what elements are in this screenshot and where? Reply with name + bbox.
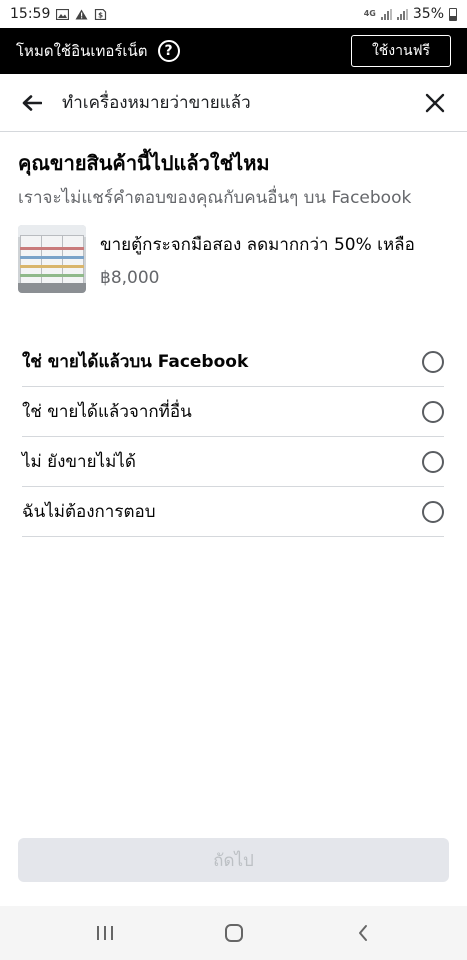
back-arrow-icon[interactable]: [20, 91, 44, 115]
radio-button[interactable]: [422, 400, 444, 423]
status-bar: 15:59 $ 4G 35%: [0, 0, 467, 28]
listing-price: ฿8,000: [100, 267, 160, 288]
status-left: 15:59 $: [10, 6, 107, 22]
system-nav-bar: [0, 906, 467, 960]
option-label: ฉันไม่ต้องการตอบ: [22, 502, 156, 522]
home-icon[interactable]: [219, 918, 249, 948]
battery-percent: 35%: [412, 6, 444, 22]
listing-text: ขายตู้กระจกมือสอง ลดมากกว่า 50% เหลือ ฿8…: [100, 231, 448, 288]
free-mode-label: โหมดใช้อินเทอร์เน็ต: [16, 42, 148, 60]
privacy-note: เราจะไม่แชร์คำตอบของคุณกับคนอื่นๆ บน Fac…: [18, 188, 412, 208]
listing-title: ขายตู้กระจกมือสอง ลดมากกว่า 50% เหลือ: [100, 234, 415, 255]
help-icon[interactable]: ?: [157, 40, 180, 62]
option-not-sold[interactable]: ไม่ ยังขายไม่ได้: [22, 437, 444, 487]
answer-options: ใช่ ขายได้แล้วบน Facebook ใช่ ขายได้แล้ว…: [22, 337, 444, 537]
option-sold-on-facebook[interactable]: ใช่ ขายได้แล้วบน Facebook: [22, 337, 444, 387]
radio-button[interactable]: [422, 350, 444, 373]
option-label: ใช่ ขายได้แล้วบน Facebook: [22, 352, 249, 372]
radio-button[interactable]: [422, 500, 444, 523]
question-heading: คุณขายสินค้านี้ไปแล้วใช่ไหม: [18, 151, 270, 175]
sim-icon: $: [95, 8, 107, 20]
option-label: ไม่ ยังขายไม่ได้: [22, 452, 136, 472]
signal-icon-2: [396, 8, 408, 20]
free-mode-banner: โหมดใช้อินเทอร์เน็ต ? ใช้งานฟรี: [0, 28, 467, 74]
status-right: 4G 35%: [364, 6, 457, 22]
nav-back-icon[interactable]: [348, 918, 378, 948]
radio-button[interactable]: [422, 450, 444, 473]
option-label: ใช่ ขายได้แล้วจากที่อื่น: [22, 402, 192, 422]
warning-icon: [75, 9, 88, 19]
battery-icon: [449, 7, 457, 21]
status-time: 15:59: [10, 6, 51, 22]
recent-apps-icon[interactable]: [90, 918, 120, 948]
use-free-button[interactable]: ใช้งานฟรี: [351, 35, 451, 67]
question-section: คุณขายสินค้านี้ไปแล้วใช่ไหม เราจะไม่แชร์…: [18, 150, 448, 293]
listing-thumbnail: [18, 225, 86, 293]
next-button[interactable]: ถัดไป: [18, 838, 449, 882]
image-icon: [56, 8, 70, 20]
page-title: ทำเครื่องหมายว่าขายแล้ว: [62, 93, 251, 113]
listing-item: ขายตู้กระจกมือสอง ลดมากกว่า 50% เหลือ ฿8…: [18, 225, 448, 293]
network-type: 4G: [363, 9, 376, 18]
close-icon[interactable]: [423, 91, 447, 115]
signal-icon: [380, 8, 392, 20]
page-header: ทำเครื่องหมายว่าขายแล้ว: [0, 74, 467, 132]
svg-text:$: $: [98, 11, 103, 19]
option-sold-elsewhere[interactable]: ใช่ ขายได้แล้วจากที่อื่น: [22, 387, 444, 437]
option-prefer-not-answer[interactable]: ฉันไม่ต้องการตอบ: [22, 487, 444, 537]
